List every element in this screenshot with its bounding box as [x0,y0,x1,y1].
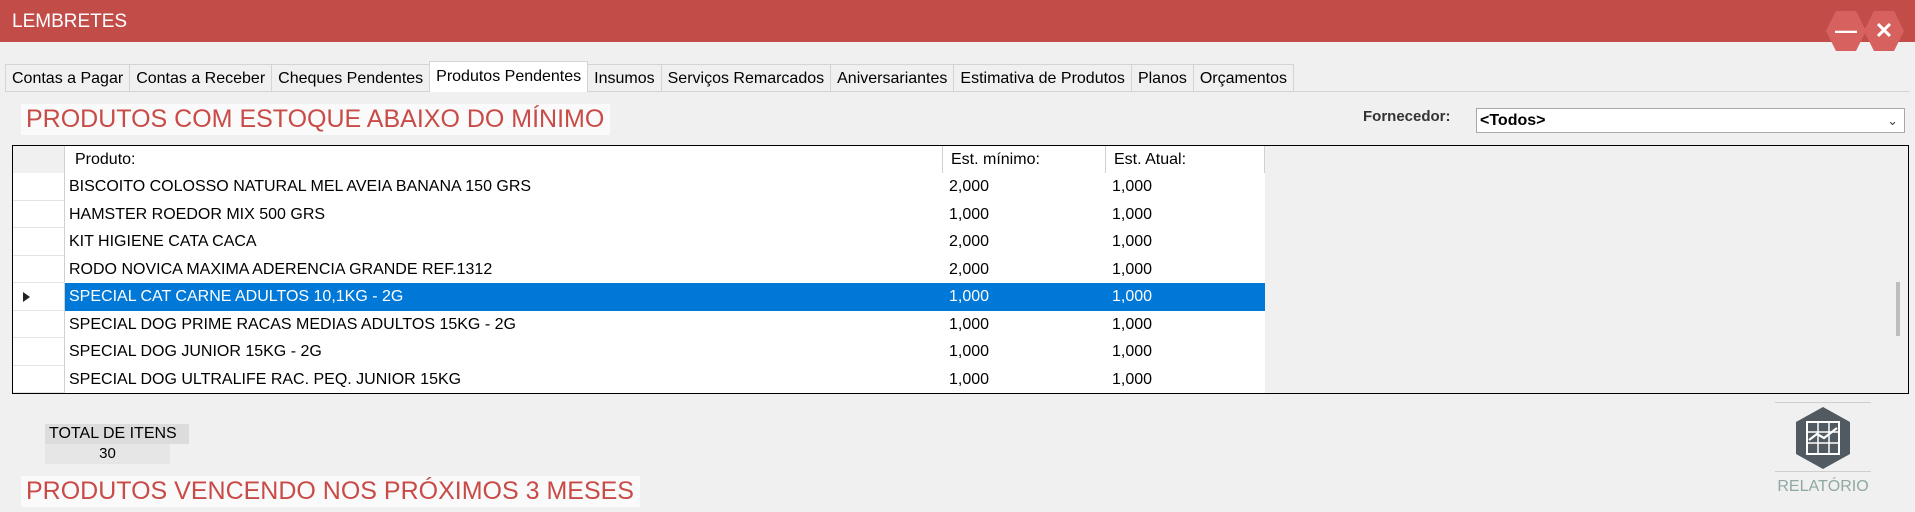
cell-produto: SPECIAL DOG ULTRALIFE RAC. PEQ. JUNIOR 1… [65,365,943,393]
table-row[interactable]: HAMSTER ROEDOR MIX 500 GRS 1,000 1,000 [13,200,1265,228]
cell-current-stock: 1,000 [1106,310,1265,338]
cell-produto: RODO NOVICA MAXIMA ADERENCIA GRANDE REF.… [65,255,943,283]
section-title-low-stock: PRODUTOS COM ESTOQUE ABAIXO DO MÍNIMO [21,104,611,135]
grid-scrollbar[interactable] [1896,282,1900,336]
tab-cheques-pendentes[interactable]: Cheques Pendentes [271,64,431,91]
cell-produto: BISCOITO COLOSSO NATURAL MEL AVEIA BANAN… [65,173,943,201]
close-icon: ✕ [1874,18,1894,43]
grid-header: Produto: Est. mínimo: Est. Atual: [13,146,1265,173]
tab-insumos[interactable]: Insumos [587,64,662,91]
tab-servicos-remarcados[interactable]: Serviços Remarcados [660,64,832,91]
tab-estimativa-de-produtos[interactable]: Estimativa de Produtos [953,64,1132,91]
tab-contas-a-receber[interactable]: Contas a Receber [129,64,273,91]
cell-current-stock: 1,000 [1106,200,1265,228]
table-row[interactable]: BISCOITO COLOSSO NATURAL MEL AVEIA BANAN… [13,173,1265,201]
report-label: RELATÓRIO [1777,478,1869,495]
minimize-icon: — [1835,18,1857,43]
supplier-selected-value: <Todos> [1480,112,1546,129]
row-header[interactable] [13,173,65,201]
cell-produto: SPECIAL DOG PRIME RACAS MEDIAS ADULTOS 1… [65,310,943,338]
report-button[interactable]: RELATÓRIO [1775,402,1871,498]
cell-current-stock: 1,000 [1106,228,1265,256]
row-header[interactable] [13,283,65,311]
cell-min-stock: 1,000 [943,365,1106,393]
cell-min-stock: 1,000 [943,200,1106,228]
row-header[interactable] [13,255,65,283]
row-header[interactable] [13,310,65,338]
cell-min-stock: 1,000 [943,283,1106,311]
cell-current-stock: 1,000 [1106,283,1265,311]
tab-orcamentos[interactable]: Orçamentos [1192,64,1294,91]
tab-contas-a-pagar[interactable]: Contas a Pagar [5,64,131,91]
section-title-expiring: PRODUTOS VENCENDO NOS PRÓXIMOS 3 MESES [21,476,640,507]
minimize-button[interactable]: — [1826,11,1866,51]
tab-planos[interactable]: Planos [1130,64,1194,91]
row-pointer-icon [23,292,30,302]
chevron-down-icon: ⌄ [1887,113,1898,128]
cell-produto: SPECIAL DOG JUNIOR 15KG - 2G [65,338,943,366]
row-header[interactable] [13,228,65,256]
cell-current-stock: 1,000 [1106,173,1265,201]
low-stock-grid[interactable]: Produto: Est. mínimo: Est. Atual: BISCOI… [12,145,1909,394]
table-row[interactable]: SPECIAL CAT CARNE ADULTOS 10,1KG - 2G 1,0… [13,283,1265,311]
cell-current-stock: 1,000 [1106,365,1265,393]
table-row[interactable]: SPECIAL DOG ULTRALIFE RAC. PEQ. JUNIOR 1… [13,365,1265,393]
tab-strip: Contas a Pagar Contas a Receber Cheques Pe… [5,61,1910,92]
grid-body: BISCOITO COLOSSO NATURAL MEL AVEIA BANAN… [13,173,1265,393]
cell-produto: HAMSTER ROEDOR MIX 500 GRS [65,200,943,228]
cell-min-stock: 2,000 [943,173,1106,201]
table-row[interactable]: RODO NOVICA MAXIMA ADERENCIA GRANDE REF.… [13,255,1265,283]
total-items-value: 30 [45,444,170,464]
cell-produto: SPECIAL CAT CARNE ADULTOS 10,1KG - 2G [65,283,943,311]
cell-current-stock: 1,000 [1106,255,1265,283]
row-header[interactable] [13,200,65,228]
table-row[interactable]: SPECIAL DOG PRIME RACAS MEDIAS ADULTOS 1… [13,310,1265,338]
column-header-current-stock[interactable]: Est. Atual: [1106,146,1265,173]
column-header-produto[interactable]: Produto: [65,146,943,173]
total-items-label: TOTAL DE ITENS [45,424,189,444]
supplier-select[interactable]: <Todos> ⌄ [1476,108,1905,133]
cell-min-stock: 1,000 [943,338,1106,366]
report-chart-icon [1796,407,1850,469]
cell-produto: KIT HIGIENE CATA CACA [65,228,943,256]
row-header-corner [13,146,65,173]
window-title: LEMBRETES [12,11,128,32]
report-icon-frame [1775,402,1871,472]
title-bar: LEMBRETES — ✕ [0,0,1915,51]
cell-min-stock: 2,000 [943,228,1106,256]
row-header[interactable] [13,365,65,393]
row-header[interactable] [13,338,65,366]
cell-current-stock: 1,000 [1106,338,1265,366]
column-header-min-stock[interactable]: Est. mínimo: [943,146,1106,173]
close-button[interactable]: ✕ [1864,11,1904,51]
cell-min-stock: 1,000 [943,310,1106,338]
cell-min-stock: 2,000 [943,255,1106,283]
supplier-label: Fornecedor: [1363,108,1451,125]
table-row[interactable]: KIT HIGIENE CATA CACA 2,000 1,000 [13,228,1265,256]
tab-aniversariantes[interactable]: Aniversariantes [830,64,955,91]
tab-produtos-pendentes[interactable]: Produtos Pendentes [429,61,589,92]
table-row[interactable]: SPECIAL DOG JUNIOR 15KG - 2G 1,000 1,000 [13,338,1265,366]
